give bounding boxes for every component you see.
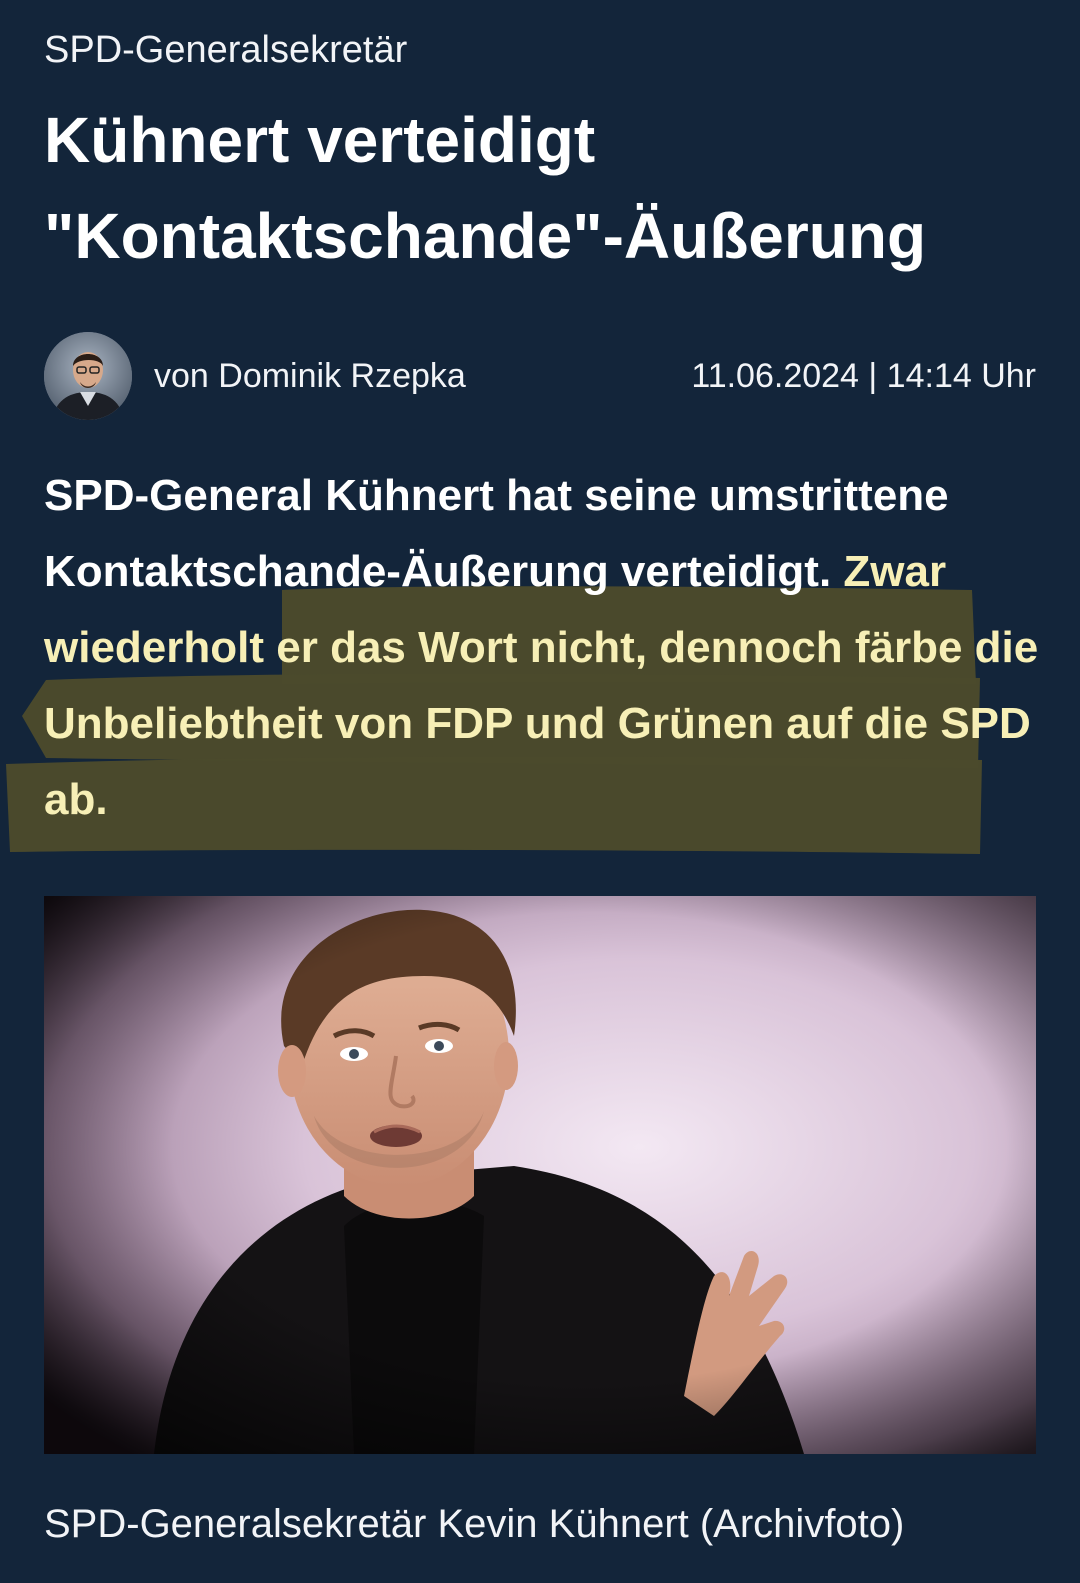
author-avatar[interactable] [44,332,132,420]
article-photo[interactable] [44,896,1036,1454]
lead-text: SPD-General Kühnert hat seine umstritten… [44,458,1044,838]
image-caption: SPD-Generalsekretär Kevin Kühnert (Archi… [44,1502,905,1546]
lead-plain-text: SPD-General Kühnert hat seine umstritten… [44,471,949,596]
headline-line-2: "Kontaktschande"-Äußerung [44,200,927,272]
author-avatar-image [44,332,132,420]
headline-line-1: Kühnert verteidigt [44,104,596,176]
byline: von Dominik Rzepka 11.06.2024 | 14:14 Uh… [44,332,1036,420]
article-page: SPD-Generalsekretär Kühnert verteidigt "… [0,0,1080,1583]
article-kicker: SPD-Generalsekretär [44,29,408,71]
article-lead: SPD-General Kühnert hat seine umstritten… [0,458,1080,858]
article-headline: Kühnert verteidigt "Kontaktschande"-Äuße… [44,92,1044,284]
publish-date: 11.06.2024 | 14:14 Uhr [691,357,1036,395]
author-name[interactable]: von Dominik Rzepka [154,356,466,396]
article-photo-image [44,896,1036,1454]
